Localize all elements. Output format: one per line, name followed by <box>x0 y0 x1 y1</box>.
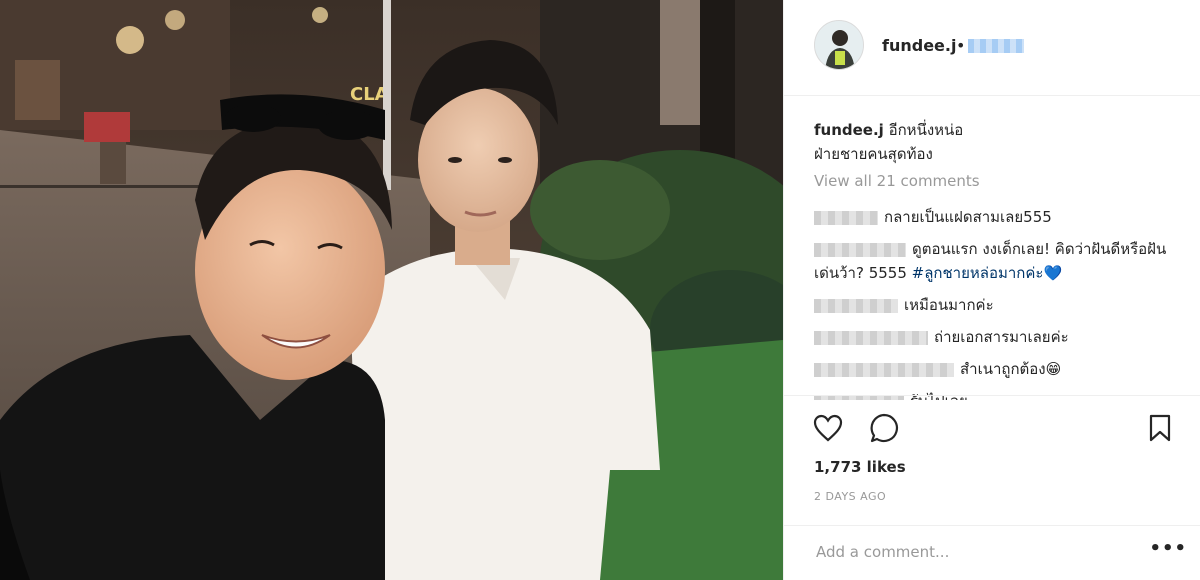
caption-line2: ฝ่ายชายคนสุดท้อง <box>814 145 933 163</box>
add-comment-input[interactable] <box>814 540 1138 564</box>
comment-author-redacted[interactable] <box>814 210 878 225</box>
comment-author-redacted[interactable] <box>814 242 906 257</box>
comment-item: กลายเป็นแฝดสามเลย555 <box>814 205 1189 229</box>
heart-icon <box>813 414 843 442</box>
comment-author-redacted[interactable] <box>814 298 898 313</box>
user-avatar[interactable] <box>814 20 864 70</box>
post-actions: 1,773 likes 2 DAYS AGO <box>784 395 1200 505</box>
comment-author-redacted[interactable] <box>814 362 954 377</box>
post-header: fundee.j • <box>784 0 1200 96</box>
like-button[interactable] <box>810 410 846 446</box>
view-all-comments-link[interactable]: View all 21 comments <box>814 172 980 190</box>
comment-item: สำเนาถูกต้อง😁 <box>814 357 1189 381</box>
comment-item: ดูตอนแรก งงเด็กเลย! คิดว่าฝันดีหรือฝันเด… <box>814 237 1189 285</box>
ellipsis-icon[interactable]: ••• <box>1149 538 1187 559</box>
comment-button[interactable] <box>866 410 902 446</box>
comment-text: กลายเป็นแฝดสามเลย555 <box>884 208 1052 226</box>
comment-item: ถ่ายเอกสารมาเลยค่ะ <box>814 325 1189 349</box>
photo-illustration: CLA <box>0 0 783 580</box>
avatar-icon <box>815 21 863 69</box>
speech-bubble-icon <box>870 413 899 443</box>
caption-line1: อีกหนึ่งหน่อ <box>888 121 964 139</box>
comment-list: กลายเป็นแฝดสามเลย555 ดูตอนแรก งงเด็กเลย!… <box>814 205 1189 400</box>
post-sidebar: fundee.j • fundee.j อีกหนึ่งหน่อ ฝ่ายชาย… <box>783 0 1200 580</box>
bookmark-icon <box>1149 414 1171 442</box>
save-button[interactable] <box>1142 410 1178 446</box>
comment-text: สำเนาถูกต้อง😁 <box>960 360 1062 378</box>
comment-hashtag-link[interactable]: #ลูกชายหล่อมากค่ะ <box>912 264 1044 282</box>
follow-button-redacted[interactable] <box>968 39 1024 53</box>
instagram-post: CLA fundee.j • fundee.j อีกหนึ่งหน่อ ฝ่า… <box>0 0 1200 580</box>
post-photo[interactable]: CLA <box>0 0 783 580</box>
add-comment-bar: ••• <box>784 525 1200 580</box>
comment-author-redacted[interactable] <box>814 330 928 345</box>
comment-text: เหมือนมากค่ะ <box>904 296 994 314</box>
blue-heart-emoji: 💙 <box>1043 264 1063 282</box>
caption-username[interactable]: fundee.j <box>814 121 884 139</box>
sign-text: CLA <box>350 84 389 105</box>
username-link[interactable]: fundee.j <box>882 36 956 55</box>
separator-dot: • <box>956 36 966 55</box>
comment-text: ถ่ายเอกสารมาเลยค่ะ <box>934 328 1069 346</box>
likes-count[interactable]: 1,773 likes <box>814 458 906 476</box>
post-timestamp[interactable]: 2 DAYS AGO <box>814 490 886 503</box>
comment-item: เหมือนมากค่ะ <box>814 293 1189 317</box>
post-caption: fundee.j อีกหนึ่งหน่อ ฝ่ายชายคนสุดท้อง <box>814 118 1184 166</box>
